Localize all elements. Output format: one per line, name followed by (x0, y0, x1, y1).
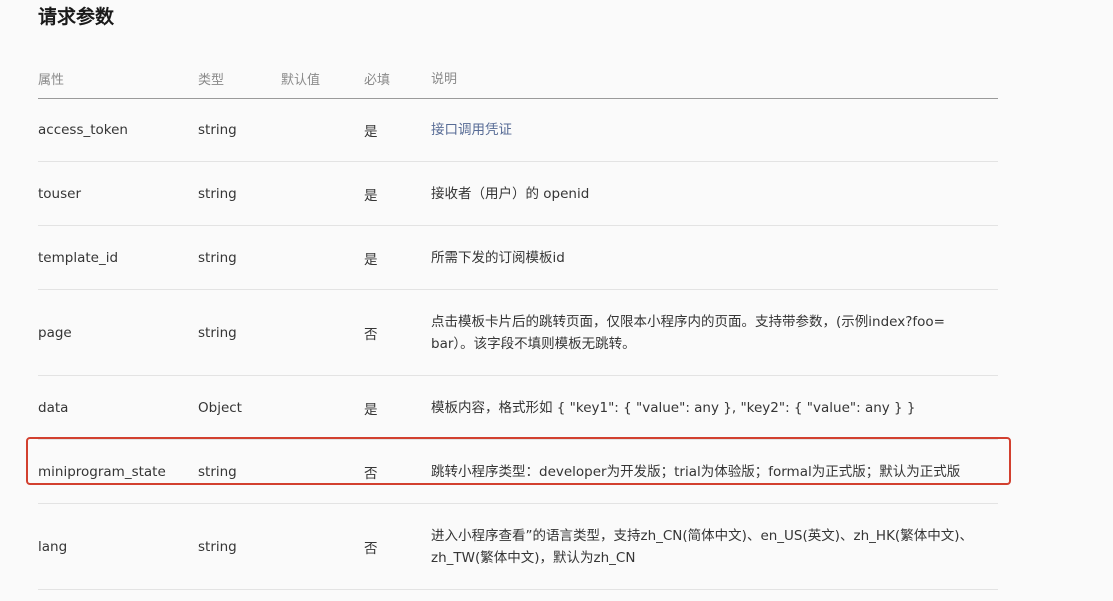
param-required: 是 (364, 124, 378, 140)
param-name: access_token (38, 122, 128, 138)
param-type: string (198, 185, 237, 202)
param-desc: 进入小程序查看”的语言类型，支持zh_CN(简体中文)、en_US(英文)、zh… (431, 527, 973, 566)
header-required: 必填 (364, 73, 391, 88)
param-name: page (38, 324, 72, 341)
param-type: string (198, 324, 237, 341)
param-desc: 模板内容，格式形如 { "key1": { "value": any }, "k… (431, 399, 916, 416)
page-title: 请求参数 (38, 6, 115, 28)
table-row: template_id string 是 所需下发的订阅模板id (38, 226, 998, 290)
param-required: 否 (364, 540, 378, 557)
table-header: 属性 类型 默认值 必填 说明 (38, 56, 998, 99)
table-row: lang string 否 进入小程序查看”的语言类型，支持zh_CN(简体中文… (38, 504, 998, 590)
param-name: lang (38, 538, 68, 555)
table-row: data Object 是 模板内容，格式形如 { "key1": { "val… (38, 376, 998, 440)
header-type: 类型 (198, 73, 225, 88)
param-desc: 点击模板卡片后的跳转页面，仅限本小程序内的页面。支持带参数，(示例index?f… (431, 313, 945, 352)
highlight-box (26, 437, 1011, 485)
header-desc: 说明 (431, 72, 458, 87)
param-name: touser (38, 185, 81, 202)
header-default: 默认值 (281, 73, 321, 88)
param-type: string (198, 249, 237, 266)
param-required: 是 (364, 187, 378, 204)
param-required: 否 (364, 326, 378, 343)
param-required: 是 (364, 251, 378, 268)
param-desc-link[interactable]: 接口调用凭证 (431, 119, 991, 141)
table-row: touser string 是 接收者（用户）的 openid (38, 162, 998, 226)
header-name: 属性 (38, 73, 65, 88)
param-type: string (198, 122, 237, 138)
table-row: page string 否 点击模板卡片后的跳转页面，仅限本小程序内的页面。支持… (38, 290, 998, 376)
params-table: 属性 类型 默认值 必填 说明 access_token string 是 接口… (38, 56, 998, 590)
param-type: Object (198, 399, 242, 416)
table-row: access_token string 是 接口调用凭证 (38, 99, 998, 162)
param-name: template_id (38, 249, 119, 266)
param-desc: 所需下发的订阅模板id (431, 249, 565, 266)
param-required: 是 (364, 401, 378, 418)
param-type: string (198, 538, 237, 555)
param-name: data (38, 399, 69, 416)
param-desc: 接收者（用户）的 openid (431, 185, 590, 202)
